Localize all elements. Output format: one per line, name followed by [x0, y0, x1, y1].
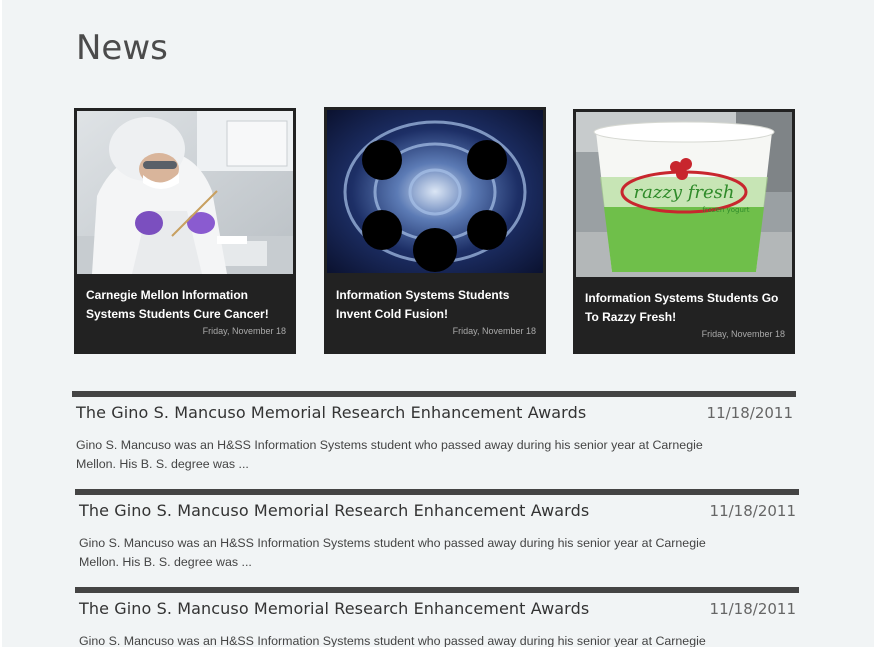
caption: Information Systems Students Invent Cold… — [336, 286, 536, 336]
news-item-excerpt: Gino S. Mancuso was an H&SS Information … — [76, 438, 703, 471]
featured-card-razzy-fresh[interactable]: razzy fresh frozen yogurt Information Sy… — [573, 109, 795, 354]
featured-title[interactable]: Information Systems Students Invent Cold… — [336, 286, 536, 324]
cup-logo-text: razzy fresh — [634, 182, 735, 203]
featured-title[interactable]: Carnegie Mellon Information Systems Stud… — [86, 286, 286, 324]
page-title: News — [76, 28, 168, 68]
news-page: News Carnegie Mellon Information Systems… — [2, 0, 874, 647]
yogurt-cup-photo[interactable]: razzy fresh frozen yogurt — [576, 112, 792, 277]
news-item-date: 11/18/2011 — [709, 502, 796, 520]
fractal-pattern-photo[interactable] — [327, 110, 543, 273]
caption: Carnegie Mellon Information Systems Stud… — [86, 286, 286, 336]
news-item: The Gino S. Mancuso Memorial Research En… — [75, 489, 799, 579]
featured-date: Friday, November 18 — [202, 326, 286, 336]
featured-title[interactable]: Information Systems Students Go To Razzy… — [585, 289, 785, 327]
news-item-date: 11/18/2011 — [706, 404, 793, 422]
featured-card-cure-cancer[interactable]: Carnegie Mellon Information Systems Stud… — [74, 108, 296, 354]
lab-researcher-photo[interactable] — [77, 111, 293, 274]
separator-bar — [72, 391, 796, 397]
news-item-excerpt: Gino S. Mancuso was an H&SS Information … — [79, 536, 706, 569]
featured-date: Friday, November 18 — [452, 326, 536, 336]
caption: Information Systems Students Go To Razzy… — [585, 289, 785, 339]
news-item-title[interactable]: The Gino S. Mancuso Memorial Research En… — [79, 501, 589, 520]
news-item-title[interactable]: The Gino S. Mancuso Memorial Research En… — [76, 403, 586, 422]
news-item-title[interactable]: The Gino S. Mancuso Memorial Research En… — [79, 599, 589, 618]
news-item-date: 11/18/2011 — [709, 600, 796, 618]
featured-date: Friday, November 18 — [701, 329, 785, 339]
separator-bar — [75, 489, 799, 495]
featured-card-cold-fusion[interactable]: Information Systems Students Invent Cold… — [324, 107, 546, 354]
news-item: The Gino S. Mancuso Memorial Research En… — [75, 587, 799, 647]
news-item-excerpt: Gino S. Mancuso was an H&SS Information … — [79, 634, 706, 647]
separator-bar — [75, 587, 799, 593]
cup-logo-subtext: frozen yogurt — [702, 206, 749, 214]
news-item: The Gino S. Mancuso Memorial Research En… — [72, 391, 796, 481]
